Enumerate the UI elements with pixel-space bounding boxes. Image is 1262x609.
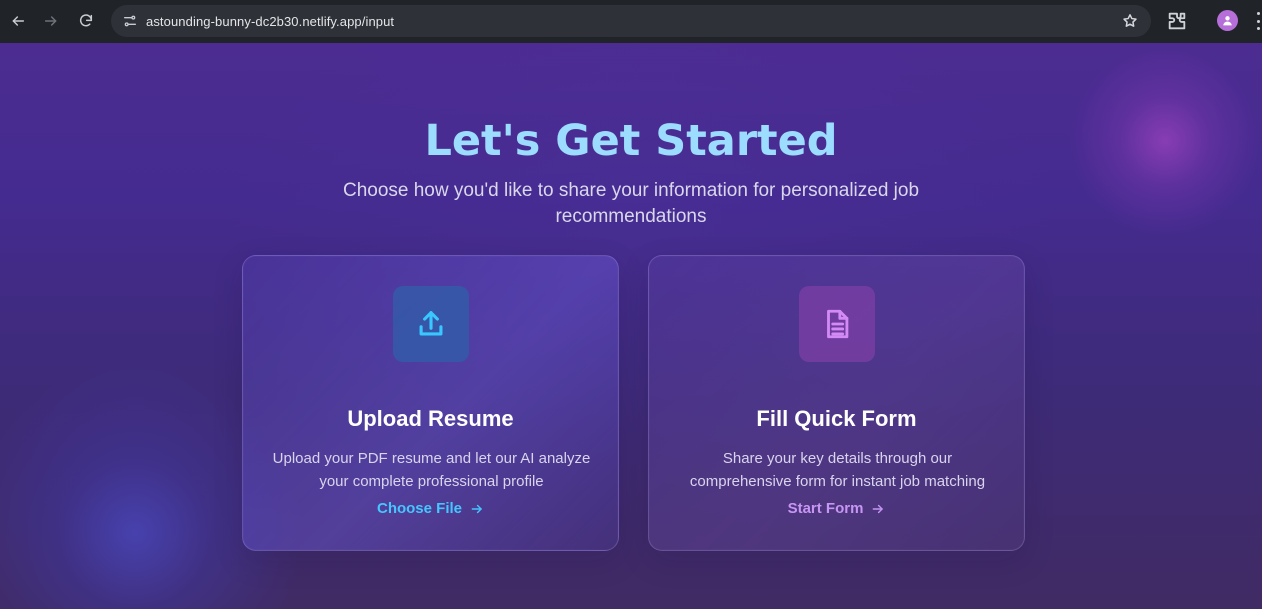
url-text[interactable]: astounding-bunny-dc2b30.netlify.app/inpu…: [146, 14, 394, 29]
extensions-puzzle-icon[interactable]: [1166, 10, 1188, 32]
arrow-left-icon: [12, 16, 25, 26]
fill-quick-form-title: Fill Quick Form: [756, 406, 917, 432]
upload-resume-description: Upload your PDF resume and let our AI an…: [272, 450, 591, 490]
address-bar[interactable]: astounding-bunny-dc2b30.netlify.app/inpu…: [111, 5, 1151, 37]
start-form-link[interactable]: Start Form: [649, 500, 1024, 517]
arrow-right-icon: [44, 16, 57, 26]
fill-quick-form-description: Share your key details through our compr…: [689, 450, 986, 490]
upload-icon-tile: [393, 286, 469, 362]
browser-toolbar: astounding-bunny-dc2b30.netlify.app/inpu…: [0, 0, 1262, 43]
document-icon-tile: [799, 286, 875, 362]
reload-icon: [79, 14, 93, 27]
upload-resume-title: Upload Resume: [347, 406, 514, 432]
arrow-right-icon: [873, 504, 884, 513]
tune-icon: [124, 15, 136, 27]
back-button[interactable]: [1, 4, 35, 38]
choose-file-label[interactable]: Choose File: [377, 500, 462, 517]
profile-avatar[interactable]: [1217, 10, 1238, 31]
document-icon: [827, 309, 849, 339]
bookmark-star-icon[interactable]: [1121, 12, 1139, 30]
page-subtitle: Choose how you'd like to share your info…: [342, 180, 920, 227]
forward-button[interactable]: [34, 4, 68, 38]
browser-menu-icon[interactable]: [1255, 12, 1262, 30]
profile-icon: [1223, 16, 1232, 26]
arrow-right-icon: [471, 504, 482, 513]
page-content: Let's Get Started Choose how you'd like …: [0, 43, 1262, 609]
upload-icon: [419, 311, 443, 336]
reload-button[interactable]: [69, 4, 103, 38]
page-title: Let's Get Started: [424, 115, 838, 166]
site-info-button[interactable]: [119, 10, 141, 32]
choose-file-link[interactable]: Choose File: [243, 500, 618, 517]
start-form-label[interactable]: Start Form: [788, 500, 864, 517]
upload-resume-card[interactable]: Upload Resume Upload your PDF resume and…: [242, 255, 619, 551]
fill-quick-form-card[interactable]: Fill Quick Form Share your key details t…: [648, 255, 1025, 551]
